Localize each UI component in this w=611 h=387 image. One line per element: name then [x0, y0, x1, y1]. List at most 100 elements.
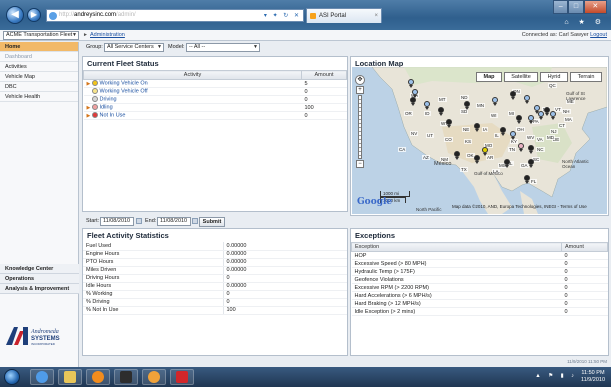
- taskbar-firefox-icon[interactable]: [142, 369, 166, 385]
- group-select[interactable]: All Service Centers ▼: [104, 43, 164, 52]
- sidebar-item-home[interactable]: Home: [0, 42, 78, 52]
- table-row[interactable]: Excessive RPM (> 2200 RPM) 0: [351, 283, 608, 292]
- sidebar-section-knowledge-center[interactable]: Knowledge Center: [0, 264, 79, 274]
- calendar-icon[interactable]: [136, 218, 142, 224]
- back-icon[interactable]: ◀: [6, 6, 24, 24]
- vehicle-pin-icon[interactable]: [438, 107, 444, 116]
- map-data-attribution[interactable]: Map data ©2010, AND, Europa Technologies…: [452, 204, 587, 209]
- zoom-in-icon[interactable]: +: [356, 86, 364, 94]
- sidebar-item-activities[interactable]: Activities: [0, 62, 78, 72]
- maximize-icon[interactable]: □: [568, 0, 584, 14]
- google-logo[interactable]: Google: [357, 197, 392, 207]
- taskbar-app-icon[interactable]: [114, 369, 138, 385]
- taskbar-ie-icon[interactable]: [30, 369, 54, 385]
- system-tray-icons[interactable]: ▲ ⚑ ▮ ♪: [535, 373, 577, 379]
- pin-tail: [511, 97, 515, 100]
- activity-label[interactable]: Idling: [100, 105, 113, 111]
- activity-label[interactable]: Working Vehicle Off: [100, 89, 148, 95]
- administration-link[interactable]: Administration: [90, 32, 125, 38]
- calendar-icon[interactable]: [192, 218, 198, 224]
- vehicle-pin-icon[interactable]: [524, 175, 530, 184]
- start-date-input[interactable]: 11/08/2010: [100, 217, 134, 226]
- vehicle-pin-icon[interactable]: [504, 159, 510, 168]
- taskbar-clock[interactable]: 11:50 PM 11/9/2010: [581, 370, 605, 384]
- browser-tools-icon[interactable]: ⌂ ★ ⚙: [564, 18, 605, 26]
- stat-label: PTO Hours: [83, 258, 224, 267]
- chevron-down-icon: ▼: [253, 44, 258, 50]
- vehicle-pin-icon[interactable]: [454, 151, 460, 160]
- table-row[interactable]: Hydraulic Temp (> 175F) 0: [351, 267, 608, 276]
- submit-button[interactable]: Submit: [199, 217, 225, 227]
- table-row[interactable]: ▶ Idling 100: [83, 103, 347, 112]
- taskbar-pdf-icon[interactable]: [170, 369, 194, 385]
- sidebar-item-dashboard[interactable]: Dashboard: [0, 52, 78, 62]
- location-map[interactable]: Map Satellite Hyrid Terrain ✥ + − WA MT ND…: [352, 67, 607, 214]
- vehicle-pin-icon[interactable]: [482, 147, 488, 156]
- vehicle-pin-icon[interactable]: [410, 97, 416, 106]
- minimize-icon[interactable]: –: [553, 0, 569, 14]
- vehicle-pin-icon[interactable]: [408, 79, 414, 88]
- vehicle-pin-icon[interactable]: [464, 101, 470, 110]
- taskbar-explorer-icon[interactable]: [58, 369, 82, 385]
- address-actions-icon[interactable]: ▾ ✦ ↻ ✕: [264, 11, 301, 22]
- vehicle-pin-icon[interactable]: [424, 101, 430, 110]
- vehicle-pin-icon[interactable]: [516, 115, 522, 124]
- table-row[interactable]: ▶ Working Vehicle On 5: [83, 79, 347, 88]
- vehicle-pin-icon[interactable]: [474, 155, 480, 164]
- tab-asi-portal[interactable]: ASI Portal ×: [306, 8, 382, 23]
- start-button-icon[interactable]: [4, 369, 20, 385]
- vehicle-pin-icon[interactable]: [510, 131, 516, 140]
- vehicle-pin-icon[interactable]: [446, 119, 452, 128]
- zoom-out-icon[interactable]: −: [356, 160, 364, 168]
- pin-tail: [475, 161, 479, 164]
- sidebar-item-dbc[interactable]: DBC: [0, 82, 78, 92]
- sidebar-item-vehicle-map[interactable]: Vehicle Map: [0, 72, 78, 82]
- tab-favicon-icon: [310, 13, 316, 19]
- map-type-hybrid-button[interactable]: Hyrid: [540, 72, 568, 82]
- vehicle-pin-icon[interactable]: [412, 89, 418, 98]
- vehicle-pin-icon[interactable]: [518, 143, 524, 152]
- expand-icon[interactable]: ▶: [87, 81, 92, 87]
- table-row[interactable]: Idle Exception (> 2 mins) 0: [351, 307, 608, 316]
- table-row[interactable]: HOP 0: [351, 251, 608, 260]
- pin-tail: [493, 103, 497, 106]
- activity-label[interactable]: Driving: [100, 97, 117, 103]
- table-row[interactable]: Geofence Violations 0: [351, 275, 608, 284]
- model-select[interactable]: -- All -- ▼: [186, 43, 260, 52]
- vehicle-pin-icon[interactable]: [528, 159, 534, 168]
- vehicle-pin-icon[interactable]: [474, 123, 480, 132]
- forward-icon[interactable]: ▶: [27, 8, 41, 22]
- vehicle-pin-icon[interactable]: [528, 145, 534, 154]
- sidebar-section-operations[interactable]: Operations: [0, 274, 79, 284]
- tab-close-icon[interactable]: ×: [374, 9, 378, 23]
- expand-icon[interactable]: ▶: [87, 105, 92, 111]
- map-type-map-button[interactable]: Map: [476, 72, 502, 82]
- sidebar-item-vehicle-health[interactable]: Vehicle Health: [0, 92, 78, 102]
- map-type-terrain-button[interactable]: Terrain: [570, 72, 602, 82]
- table-row[interactable]: Working Vehicle Off 0: [83, 87, 347, 96]
- vehicle-pin-icon[interactable]: [510, 91, 516, 100]
- vehicle-pin-icon[interactable]: [492, 97, 498, 106]
- pan-control-icon[interactable]: ✥: [355, 75, 365, 85]
- vehicle-pin-icon[interactable]: [500, 127, 506, 136]
- vehicle-pin-icon[interactable]: [524, 95, 530, 104]
- taskbar-media-icon[interactable]: [86, 369, 110, 385]
- table-row[interactable]: Hard Braking (> 12 MPH/s) 0: [351, 299, 608, 308]
- end-date-input[interactable]: 11/08/2010: [157, 217, 191, 226]
- table-row[interactable]: Excessive Speed (> 80 MPH) 0: [351, 259, 608, 268]
- table-row[interactable]: Hard Accelerations (> 6 MPH/s) 0: [351, 291, 608, 300]
- logout-link[interactable]: Logout: [590, 32, 607, 38]
- address-bar[interactable]: http://andreysinc.com/admin/ ▾ ✦ ↻ ✕: [46, 9, 304, 22]
- close-icon[interactable]: ✕: [583, 0, 607, 14]
- vehicle-pin-icon[interactable]: [528, 115, 534, 124]
- table-row[interactable]: ▶ Not In Use 0: [83, 111, 347, 120]
- expand-icon[interactable]: ▶: [87, 113, 92, 119]
- zoom-slider[interactable]: [358, 95, 362, 159]
- vehicle-pin-icon[interactable]: [550, 111, 556, 120]
- activity-label[interactable]: Not In Use: [100, 113, 126, 119]
- map-type-satellite-button[interactable]: Satellite: [504, 72, 538, 82]
- company-select[interactable]: ACME Transportation Fleet ▼: [3, 31, 79, 40]
- activity-label[interactable]: Working Vehicle On: [100, 81, 148, 87]
- sidebar-section-analysis[interactable]: Analysis & Improvement: [0, 284, 79, 294]
- table-row[interactable]: Driving 0: [83, 95, 347, 104]
